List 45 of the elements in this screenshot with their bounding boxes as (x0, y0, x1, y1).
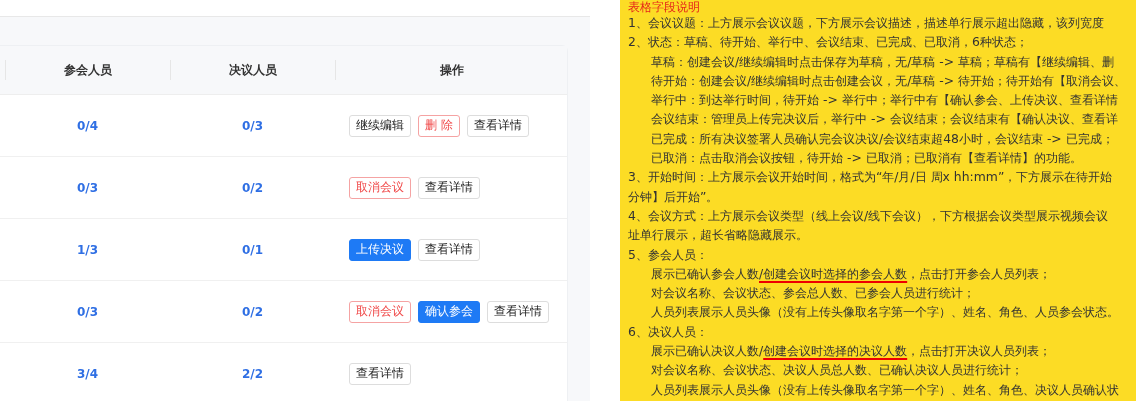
action-button[interactable]: 查看详情 (466, 114, 529, 137)
action-button[interactable]: 查看详情 (418, 238, 480, 261)
resolver-count-link[interactable]: 0/2 (170, 304, 335, 319)
attendee-count-link[interactable]: 1/3 (5, 242, 170, 257)
note-line: 举行中：到达举行时间，待开始 -> 举行中；举行中有【确认参会、上传决议、查看详情 (650, 91, 1119, 110)
note-line: 3、开始时间：上方展示会议开始时间，格式为“年/月/日 周x hh:mm”，下方展示在待开始 (628, 168, 1114, 187)
action-button[interactable]: 查看详情 (349, 362, 411, 385)
note-line: 展示已确认决议人数/创建会议时选择的决议人数，点击打开决议人员列表； (650, 342, 1053, 361)
note-line: 展示已确认参会人数/创建会议时选择的参会人数，点击打开参会人员列表； (650, 264, 1053, 283)
attendee-count-link[interactable]: 0/3 (5, 304, 170, 319)
note-line: 对会议名称、会议状态、参会总人数、已参会人员进行统计； (650, 284, 976, 303)
note-line: 1、会议议题：上方展示会议议题，下方展示会议描述，描述单行展示超出隐藏，该列宽度 (628, 14, 1105, 32)
note-line: 会议结束：管理员上传完决议后，举行中 -> 会议结束；会议结束有【确认决议、查看详 (650, 110, 1119, 129)
resolver-count-link[interactable]: 2/2 (170, 366, 335, 381)
note-line: 待开始：创建会议/继续编辑时点击创建会议，无/草稿 -> 待开始；待开始有【取消会议、 (650, 71, 1128, 90)
note-line: 5、参会人员： (628, 245, 709, 264)
attendee-count-link[interactable]: 0/4 (5, 118, 170, 133)
action-button[interactable]: 上传决议 (349, 238, 411, 261)
action-button[interactable]: 删 除 (418, 114, 460, 137)
action-button[interactable]: 取消会议 (349, 300, 411, 323)
note-line: 址单行展示，超长省略隐藏展示。 (628, 226, 809, 245)
attendee-count-link[interactable]: 3/4 (5, 366, 170, 381)
action-button[interactable]: 查看详情 (487, 300, 549, 323)
column-header: 参会人员 (5, 60, 170, 80)
action-button[interactable]: 查看详情 (418, 176, 480, 199)
note-line: 6、决议人员： (628, 322, 709, 341)
note-line: 人员列表展示人员头像（没有上传头像取名字第一个字）、姓名、角色、决议人员确认状 (650, 380, 1120, 399)
note-line: 已取消：点击取消会议按钮，待开始 -> 已取消；已取消有【查看详情】的功能。 (650, 149, 1083, 168)
note-line: 草稿：创建会议/继续编辑时点击保存为草稿，无/草稿 -> 草稿；草稿有【继续编辑、删 (650, 52, 1116, 71)
resolver-count-link[interactable]: 0/3 (170, 118, 335, 133)
action-button[interactable]: 确认参会 (418, 300, 480, 323)
attendee-count-link[interactable]: 0/3 (5, 180, 170, 195)
note-line: 已完成：所有决议签署人员确认完会议决议/会议结束超48小时，会议结束 -> 已完成； (650, 129, 1115, 148)
resolver-count-link[interactable]: 0/1 (170, 242, 335, 257)
action-button[interactable]: 继续编辑 (349, 114, 411, 137)
note-line: 分钟】后开始”。 (628, 187, 720, 206)
note-line: 对会议名称、会议状态、决议人员总人数、已确认决议人员进行统计； (650, 361, 1024, 380)
resolver-count-link[interactable]: 0/2 (170, 180, 335, 195)
column-header: 决议人员 (170, 60, 335, 80)
note-line: 人员列表展示人员头像（没有上传头像取名字第一个字）、姓名、角色、人员参会状态。 (650, 303, 1120, 322)
note-line: 2、状态：草稿、待开始、举行中、会议结束、已完成、已取消，6种状态； (628, 33, 1029, 52)
column-header: 操作 (335, 60, 567, 80)
notes-title: 表格字段说明 (628, 0, 701, 13)
note-line: 4、会议方式：上方展示会议类型（线上会议/线下会议），下方根据会议类型展示视频会议 (628, 206, 1110, 225)
action-button[interactable]: 取消会议 (349, 176, 411, 199)
